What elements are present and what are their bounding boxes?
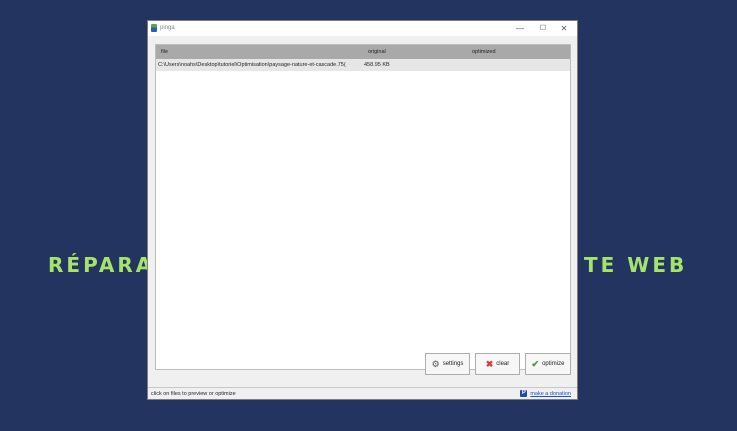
file-row[interactable]: C:\Users\noahs\Desktop\tutoriel\Optimisa…: [156, 59, 570, 71]
minimize-button[interactable]: —: [509, 21, 531, 36]
optimize-button[interactable]: ✔ optimize: [525, 353, 571, 375]
maximize-button[interactable]: ☐: [532, 21, 554, 36]
file-list[interactable]: file original optimized C:\Users\noahs\D…: [155, 44, 571, 370]
donate-link-area[interactable]: P make a donation: [520, 390, 571, 397]
make-donation-link[interactable]: make a donation: [530, 391, 571, 397]
settings-button[interactable]: ⚙ settings: [425, 353, 470, 375]
checkmark-icon: ✔: [531, 358, 540, 369]
background-heading-left: RÉPARA: [48, 253, 155, 277]
title-bar[interactable]: pinga — ☐ ✕: [148, 21, 577, 36]
status-text: click on files to preview or optimize: [151, 391, 236, 397]
file-path-cell: C:\Users\noahs\Desktop\tutoriel\Optimisa…: [158, 62, 346, 68]
column-header-original[interactable]: original: [368, 49, 386, 55]
column-header-optimized[interactable]: optimized: [472, 49, 496, 55]
background-heading-right: TE WEB: [584, 253, 688, 277]
paypal-icon[interactable]: P: [520, 390, 528, 397]
gear-icon: ⚙: [431, 358, 440, 369]
status-bar: click on files to preview or optimize P …: [148, 387, 577, 399]
red-x-icon: ✖: [485, 358, 494, 369]
clear-label: clear: [496, 361, 510, 367]
optimize-label: optimize: [542, 361, 565, 367]
file-list-header: file original optimized: [156, 45, 570, 59]
clear-button[interactable]: ✖ clear: [475, 353, 520, 375]
close-button[interactable]: ✕: [553, 21, 575, 36]
window-title: pinga: [160, 25, 175, 31]
pinga-app-icon: [151, 24, 157, 32]
pinga-window: pinga — ☐ ✕ file original optimized C:\U…: [147, 20, 578, 400]
original-size-cell: 458.95 KB: [364, 62, 390, 68]
column-header-file[interactable]: file: [161, 49, 168, 55]
settings-label: settings: [442, 361, 464, 367]
